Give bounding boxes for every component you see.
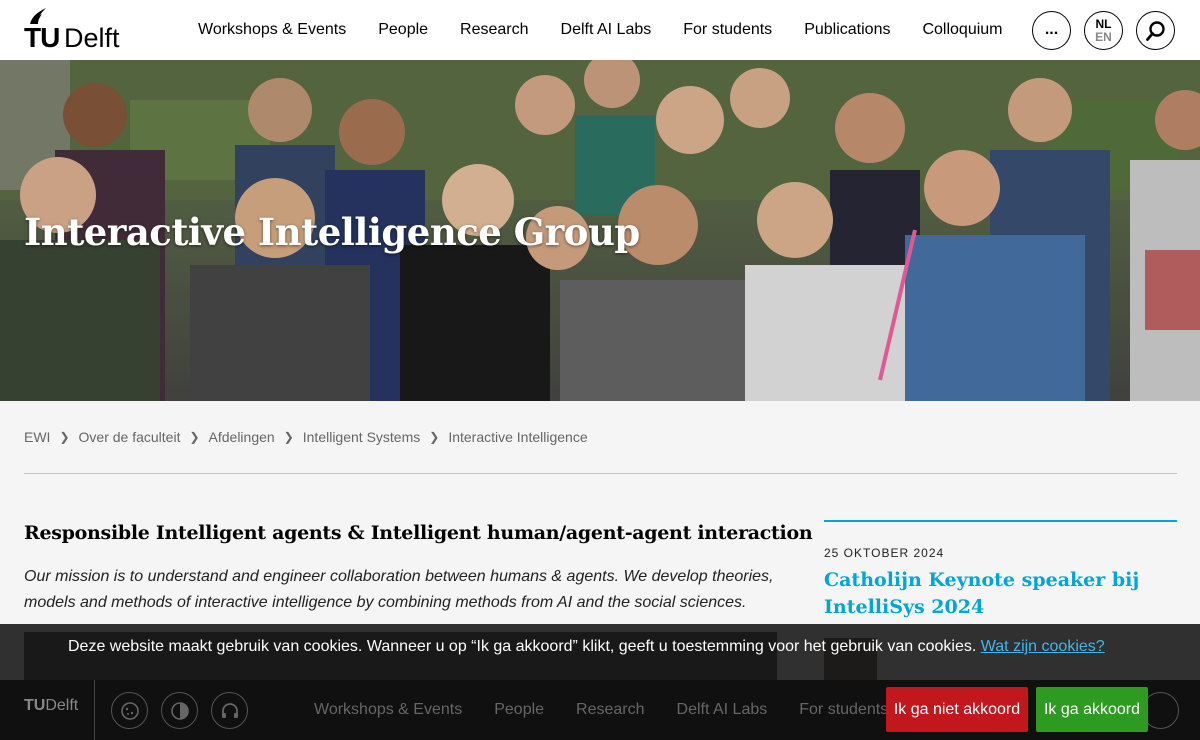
hero-banner: Interactive Intelligence Group (0, 60, 1200, 401)
nav-people[interactable]: People (362, 21, 444, 39)
nav-publications[interactable]: Publications (788, 21, 906, 39)
language-switch-button[interactable]: NL EN (1084, 11, 1123, 50)
footer-nav-people[interactable]: People (478, 701, 560, 719)
contrast-toggle-button[interactable] (161, 692, 198, 729)
news-title-link[interactable]: Catholijn Keynote speaker bij IntelliSys… (824, 567, 1164, 621)
breadcrumb-afdelingen[interactable]: Afdelingen (209, 429, 275, 445)
cookie-message: Deze website maakt gebruik van cookies. … (68, 638, 1105, 656)
chevron-right-icon: ❯ (59, 430, 70, 444)
breadcrumb: EWI ❯ Over de faculteit ❯ Afdelingen ❯ I… (24, 429, 588, 445)
footer-nav-delft-ai-labs[interactable]: Delft AI Labs (661, 701, 784, 719)
chevron-right-icon: ❯ (189, 430, 200, 444)
section-title: Responsible Intelligent agents & Intelli… (24, 522, 813, 544)
logo-delft: Delft (64, 23, 120, 53)
news-accent-rule (824, 520, 1177, 522)
breadcrumb-current: Interactive Intelligence (448, 429, 588, 445)
nav-research[interactable]: Research (444, 21, 544, 39)
nav-workshops-events[interactable]: Workshops & Events (182, 21, 362, 39)
footer-logo[interactable]: TUDelft (24, 697, 78, 715)
cookie-text: Deze website maakt gebruik van cookies. … (68, 638, 977, 655)
cookie-icon (120, 701, 139, 720)
cookie-info-link[interactable]: Wat zijn cookies? (981, 638, 1105, 655)
listen-button[interactable] (211, 692, 248, 729)
nav-for-students[interactable]: For students (667, 21, 788, 39)
breadcrumb-intelligent-systems[interactable]: Intelligent Systems (303, 429, 421, 445)
search-button[interactable] (1136, 11, 1175, 50)
nav-colloquium[interactable]: Colloquium (906, 21, 1018, 39)
footer-divider (94, 680, 95, 740)
lang-en: EN (1095, 29, 1112, 44)
lang-nl: NL (1095, 16, 1112, 31)
cookie-settings-button[interactable] (111, 692, 148, 729)
cookie-accept-button[interactable]: Ik ga akkoord (1036, 687, 1148, 732)
page-title: Interactive Intelligence Group (24, 210, 640, 254)
footer-nav-research[interactable]: Research (560, 701, 660, 719)
cookie-decline-button[interactable]: Ik ga niet akkoord (886, 687, 1028, 732)
logo-tu: TU (24, 22, 60, 53)
nav-delft-ai-labs[interactable]: Delft AI Labs (545, 21, 668, 39)
mission-statement: Our mission is to understand and enginee… (24, 568, 774, 611)
news-date: 25 OKTOBER 2024 (824, 546, 945, 560)
breadcrumb-over-de-faculteit[interactable]: Over de faculteit (79, 429, 181, 445)
footer-nav-workshops-events[interactable]: Workshops & Events (298, 701, 478, 719)
more-menu-button[interactable]: ... (1032, 11, 1071, 50)
tudelft-logo[interactable]: TU Delft (24, 6, 134, 53)
chevron-right-icon: ❯ (429, 430, 440, 444)
divider (24, 473, 1177, 474)
breadcrumb-ewi[interactable]: EWI (24, 429, 50, 445)
main-nav: Workshops & Events People Research Delft… (182, 0, 1019, 60)
footer-nav: Workshops & Events People Research Delft… (298, 680, 904, 740)
site-header: TU Delft Workshops & Events People Resea… (0, 0, 1200, 60)
chevron-right-icon: ❯ (283, 430, 294, 444)
headphones-icon (221, 702, 238, 718)
contrast-icon (170, 701, 189, 720)
search-icon (1145, 20, 1165, 41)
cookie-banner: Deze website maakt gebruik van cookies. … (0, 624, 1200, 680)
